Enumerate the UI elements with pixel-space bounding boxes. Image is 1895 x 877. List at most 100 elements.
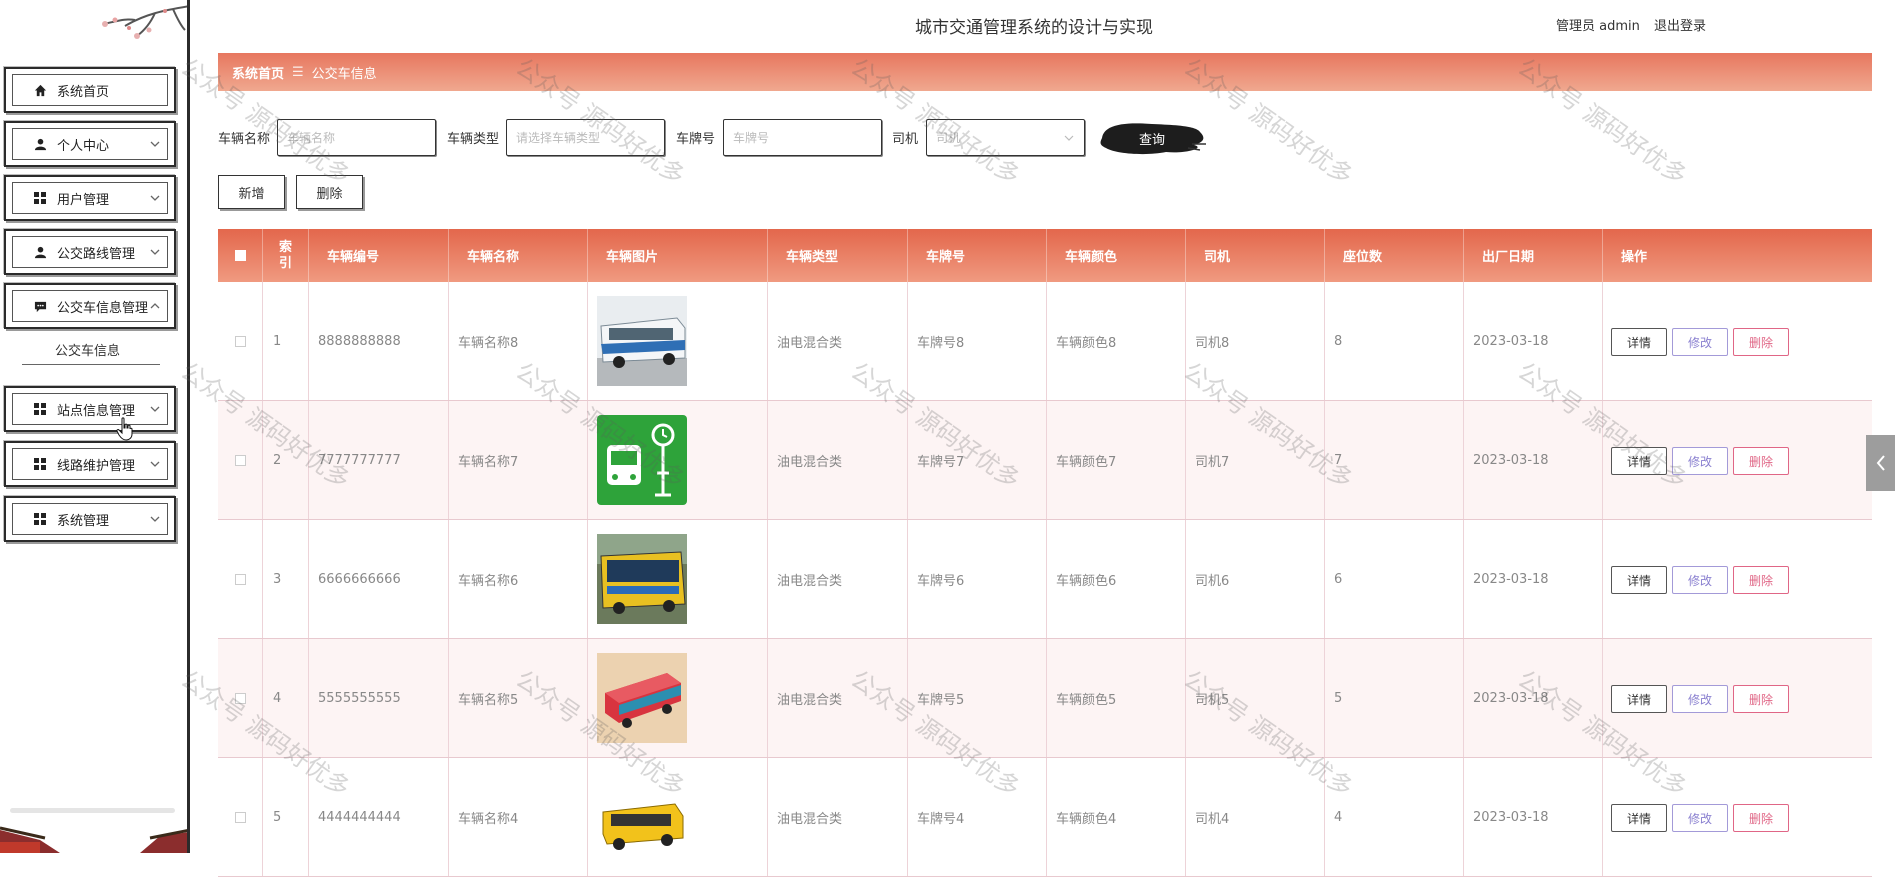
cell-vehicle-name: 车辆名称5 [449,639,588,757]
delete-button[interactable]: 删除 [1733,328,1789,356]
detail-button[interactable]: 详情 [1611,447,1667,475]
cell-driver: 司机5 [1186,639,1325,757]
sidebar-item-home[interactable]: 系统首页 [4,67,176,113]
driver-placeholder: 司机 [936,131,961,145]
cell-actions: 详情 修改 删除 [1603,401,1872,519]
cell-vehicle-type: 油电混合类 [768,401,908,519]
chevron-down-icon [150,249,160,255]
delete-button[interactable]: 删除 [1733,685,1789,713]
cell-factory-date: 2023-03-18 [1464,401,1603,519]
sidebar-subitem-bus-info[interactable]: 公交车信息 [0,340,175,359]
logout-link[interactable]: 退出登录 [1654,19,1706,34]
row-checkbox-cell[interactable] [218,520,263,638]
yellow-bus-photo-image[interactable] [597,534,687,624]
cell-actions: 详情 修改 删除 [1603,282,1872,400]
row-checkbox-cell[interactable] [218,282,263,400]
cell-vehicle-image [588,401,768,519]
cell-vehicle-color: 车辆颜色5 [1047,639,1186,757]
bus-photo-image[interactable] [597,296,687,386]
chat-icon [33,299,47,313]
detail-button[interactable]: 详情 [1611,566,1667,594]
cell-vehicle-type: 油电混合类 [768,282,908,400]
cell-factory-date: 2023-03-18 [1464,639,1603,757]
edit-button[interactable]: 修改 [1672,685,1728,713]
sidebar-item-label: 公交路线管理 [57,246,136,262]
breadcrumb-home[interactable]: 系统首页 [232,63,284,82]
cell-driver: 司机7 [1186,401,1325,519]
person-icon [33,137,47,151]
app-title: 城市交通管理系统的设计与实现 [915,18,1153,38]
sidebar-item-bus-info-management[interactable]: 公交车信息管理 [4,283,176,329]
bus-stop-icon-image[interactable] [597,415,687,505]
col-vehicle-name: 车辆名称 [449,229,588,282]
cell-factory-date: 2023-03-18 [1464,520,1603,638]
row-checkbox-cell[interactable] [218,401,263,519]
cell-vehicle-color: 车辆颜色8 [1047,282,1186,400]
cell-vehicle-code: 5555555555 [309,639,449,757]
query-button[interactable]: 查询 [1096,118,1208,158]
cell-vehicle-name: 车辆名称8 [449,282,588,400]
batch-delete-button[interactable]: 删除 [296,175,363,209]
driver-select[interactable]: 司机 [926,119,1085,156]
cell-vehicle-color: 车辆颜色4 [1047,758,1186,876]
grid-icon [33,402,47,416]
detail-button[interactable]: 详情 [1611,328,1667,356]
row-checkbox[interactable] [234,454,246,466]
edit-button[interactable]: 修改 [1672,804,1728,832]
side-panel-toggle[interactable] [1866,435,1895,491]
sidebar-item-personal-center[interactable]: 个人中心 [4,121,176,167]
plate-number-input[interactable]: 车牌号 [723,119,882,156]
sidebar-item-route-maintenance[interactable]: 线路维护管理 [4,441,176,487]
cell-driver: 司机4 [1186,758,1325,876]
cell-plate-number: 车牌号4 [908,758,1047,876]
cell-driver: 司机6 [1186,520,1325,638]
col-vehicle-image: 车辆图片 [588,229,768,282]
sidebar-item-label: 系统首页 [57,84,110,100]
sidebar-item-station-info-management[interactable]: 站点信息管理 [4,386,176,432]
palace-roof-decoration [0,826,187,853]
home-icon [33,83,47,97]
cell-factory-date: 2023-03-18 [1464,282,1603,400]
col-actions: 操作 [1621,250,1648,265]
sidebar-item-system-management[interactable]: 系统管理 [4,496,176,542]
row-checkbox[interactable] [234,811,246,823]
chevron-down-icon [150,195,160,201]
detail-button[interactable]: 详情 [1611,804,1667,832]
cell-vehicle-code: 7777777777 [309,401,449,519]
school-bus-image[interactable] [597,772,687,862]
detail-button[interactable]: 详情 [1611,685,1667,713]
grid-icon [33,191,47,205]
table-row: 3 6666666666 车辆名称6 油电混合类 车牌号6 车辆颜色6 司机6 … [218,520,1872,639]
col-plate-number: 车牌号 [908,229,1047,282]
row-checkbox[interactable] [234,692,246,704]
vehicle-type-select[interactable]: 请选择车辆类型 [506,119,665,156]
edit-button[interactable]: 修改 [1672,447,1728,475]
sidebar-item-label: 线路维护管理 [57,458,136,474]
delete-button[interactable]: 删除 [1733,804,1789,832]
sidebar-item-bus-route-management[interactable]: 公交路线管理 [4,229,176,275]
cell-vehicle-type: 油电混合类 [768,758,908,876]
sidebar-item-user-management[interactable]: 用户管理 [4,175,176,221]
sidebar-scrollbar[interactable] [10,808,175,813]
select-all-checkbox-cell[interactable] [218,229,263,282]
user-role-label: 管理员 admin [1556,19,1640,34]
row-checkbox-cell[interactable] [218,758,263,876]
cell-driver: 司机8 [1186,282,1325,400]
row-checkbox-cell[interactable] [218,639,263,757]
cell-index: 1 [263,282,309,400]
vehicle-name-label: 车辆名称 [218,132,271,147]
vehicle-name-input[interactable]: 车辆名称 [277,119,436,156]
breadcrumb-separator: ☰ [292,64,304,80]
red-bus-illustration-image[interactable] [597,653,687,743]
cell-index: 4 [263,639,309,757]
row-checkbox[interactable] [234,573,246,585]
select-all-checkbox[interactable] [234,250,246,261]
edit-button[interactable]: 修改 [1672,566,1728,594]
top-header: 城市交通管理系统的设计与实现 管理员 admin 退出登录 [193,0,1895,50]
delete-button[interactable]: 删除 [1733,447,1789,475]
row-checkbox[interactable] [234,335,246,347]
add-button[interactable]: 新增 [218,175,285,209]
edit-button[interactable]: 修改 [1672,328,1728,356]
delete-button[interactable]: 删除 [1733,566,1789,594]
cell-actions: 详情 修改 删除 [1603,520,1872,638]
